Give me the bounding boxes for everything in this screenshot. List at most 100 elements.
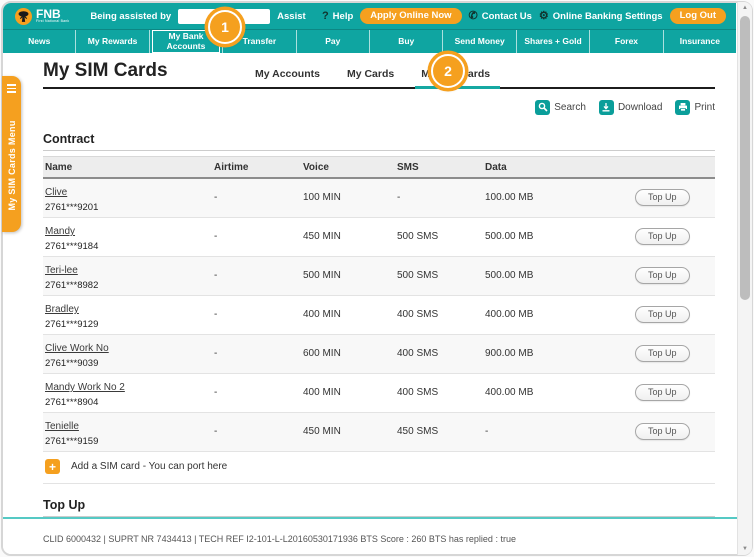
sim-name-link[interactable]: Mandy <box>45 226 75 237</box>
table-rows: Clive 2761***9201 - 100 MIN - 100.00 MB … <box>43 179 715 452</box>
nav-item-buy[interactable]: Buy <box>369 30 442 53</box>
top-up-button[interactable]: Top Up <box>635 267 690 285</box>
add-sim-card-link[interactable]: + Add a SIM card - You can port here <box>43 452 715 484</box>
sim-name-link[interactable]: Tenielle <box>45 421 79 432</box>
top-up-button[interactable]: Top Up <box>635 306 690 324</box>
sim-number: 2761***8982 <box>45 280 214 291</box>
sim-name-link[interactable]: Clive <box>45 187 67 198</box>
data-value: 500.00 MB <box>485 270 635 281</box>
sms-value: - <box>397 192 485 203</box>
plus-icon: + <box>45 459 60 474</box>
vertical-scrollbar[interactable]: ▲ ▼ <box>737 2 752 555</box>
annotation-step-1: 1 <box>208 10 242 44</box>
voice-value: 450 MIN <box>303 231 397 242</box>
print-button[interactable]: Print <box>675 100 715 115</box>
menu-icon <box>7 84 16 93</box>
column-header-sms: SMS <box>397 162 485 173</box>
top-up-button[interactable]: Top Up <box>635 189 690 207</box>
sim-number: 2761***8904 <box>45 397 214 408</box>
data-value: 400.00 MB <box>485 309 635 320</box>
sms-value: 400 SMS <box>397 309 485 320</box>
column-header-data: Data <box>485 162 635 173</box>
download-icon <box>599 100 614 115</box>
nav-item-insurance[interactable]: Insurance <box>663 30 736 53</box>
search-button[interactable]: Search <box>535 100 586 115</box>
tab-my-cards[interactable]: My Cards <box>347 68 394 82</box>
airtime-value: - <box>214 270 303 281</box>
nav-item-my-rewards[interactable]: My Rewards <box>75 30 148 53</box>
fnb-tree-icon <box>15 8 32 25</box>
browser-card: FNB First National Bank Being assisted b… <box>1 1 753 556</box>
annotation-step-2: 2 <box>431 54 465 88</box>
title-row: My SIM Cards My Accounts My Cards My SIM… <box>43 53 715 89</box>
voice-value: 400 MIN <box>303 309 397 320</box>
add-sim-card-label: Add a SIM card - You can port here <box>71 461 227 472</box>
column-header-airtime: Airtime <box>214 162 303 173</box>
assist-button[interactable]: Assist <box>277 11 306 22</box>
voice-value: 100 MIN <box>303 192 397 203</box>
nav-item-forex[interactable]: Forex <box>589 30 662 53</box>
scroll-area: My SIM Cards My Accounts My Cards My SIM… <box>3 53 751 519</box>
sim-name-link[interactable]: Mandy Work No 2 <box>45 382 125 393</box>
online-banking-settings-link[interactable]: ⚙ Online Banking Settings <box>539 11 663 22</box>
table-row: Bradley 2761***9129 - 400 MIN 400 SMS 40… <box>43 296 715 335</box>
data-value: - <box>485 426 635 437</box>
name-cell: Mandy Work No 2 2761***8904 <box>45 377 214 408</box>
top-up-button[interactable]: Top Up <box>635 384 690 402</box>
top-up-button[interactable]: Top Up <box>635 423 690 441</box>
sections: Contract Name Airtime Voice SMS Data Cli… <box>43 132 715 519</box>
scrollbar-thumb[interactable] <box>740 16 750 300</box>
sim-cards-menu-side-tab[interactable]: My SIM Cards Menu <box>2 76 21 232</box>
sms-value: 500 SMS <box>397 231 485 242</box>
voice-value: 450 MIN <box>303 426 397 437</box>
table-row: Mandy 2761***9184 - 450 MIN 500 SMS 500.… <box>43 218 715 257</box>
data-value: 100.00 MB <box>485 192 635 203</box>
airtime-value: - <box>214 309 303 320</box>
fnb-logo: FNB First National Bank <box>15 8 69 25</box>
phone-icon: ✆ <box>469 11 478 22</box>
side-tab-label: My SIM Cards Menu <box>7 93 17 233</box>
sim-number: 2761***9039 <box>45 358 214 369</box>
nav-item-pay[interactable]: Pay <box>296 30 369 53</box>
page-actions: Search Download Print <box>43 94 715 120</box>
sim-name-link[interactable]: Teri-lee <box>45 265 78 276</box>
tab-my-accounts[interactable]: My Accounts <box>255 68 320 82</box>
table-header-row: Name Airtime Voice SMS Data <box>43 156 715 179</box>
question-mark-icon: ? <box>322 11 329 22</box>
action-cell: Top Up <box>635 384 715 402</box>
log-out-button[interactable]: Log Out <box>670 8 726 24</box>
contact-us-link[interactable]: ✆ Contact Us <box>469 11 532 22</box>
apply-online-now-button[interactable]: Apply Online Now <box>360 8 461 24</box>
sms-value: 500 SMS <box>397 270 485 281</box>
nav-item-shares-gold[interactable]: Shares + Gold <box>516 30 589 53</box>
scroll-up-arrow-icon[interactable]: ▲ <box>738 5 752 11</box>
name-cell: Tenielle 2761***9159 <box>45 416 214 447</box>
airtime-value: - <box>214 231 303 242</box>
data-value: 900.00 MB <box>485 348 635 359</box>
sim-name-link[interactable]: Clive Work No <box>45 343 109 354</box>
action-cell: Top Up <box>635 345 715 363</box>
action-cell: Top Up <box>635 267 715 285</box>
top-bar: FNB First National Bank Being assisted b… <box>3 3 736 29</box>
name-cell: Teri-lee 2761***8982 <box>45 260 214 291</box>
sim-section: Top Up Name Airtime Voice SMS Data Tenie… <box>43 498 715 519</box>
table-row: Teri-lee 2761***8982 - 500 MIN 500 SMS 5… <box>43 257 715 296</box>
nav-item-send-money[interactable]: Send Money <box>442 30 515 53</box>
main-content: My SIM Cards My Accounts My Cards My SIM… <box>3 53 751 554</box>
name-cell: Bradley 2761***9129 <box>45 299 214 330</box>
top-up-button[interactable]: Top Up <box>635 228 690 246</box>
help-link[interactable]: ? Help <box>322 11 353 22</box>
table-row: Clive 2761***9201 - 100 MIN - 100.00 MB … <box>43 179 715 218</box>
search-icon <box>535 100 550 115</box>
sim-number: 2761***9184 <box>45 241 214 252</box>
nav-item-news[interactable]: News <box>3 30 75 53</box>
action-cell: Top Up <box>635 228 715 246</box>
sim-section: Contract Name Airtime Voice SMS Data Cli… <box>43 132 715 484</box>
download-button[interactable]: Download <box>599 100 662 115</box>
scroll-down-arrow-icon[interactable]: ▼ <box>738 546 752 552</box>
column-header-action <box>635 162 715 173</box>
airtime-value: - <box>214 192 303 203</box>
name-cell: Mandy 2761***9184 <box>45 221 214 252</box>
sim-name-link[interactable]: Bradley <box>45 304 79 315</box>
top-up-button[interactable]: Top Up <box>635 345 690 363</box>
